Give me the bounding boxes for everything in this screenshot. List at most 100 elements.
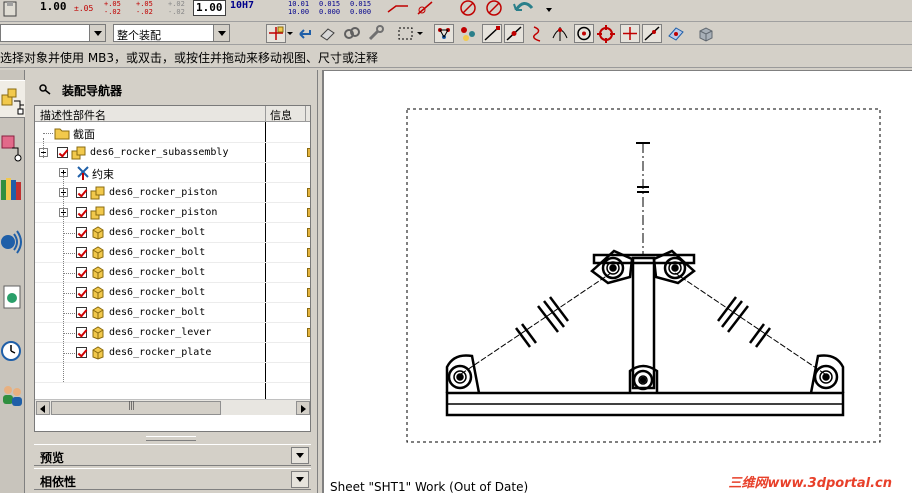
visibility-checkbox[interactable] xyxy=(76,227,87,238)
bottom-left-pivot xyxy=(445,354,481,394)
tree-row-bolt[interactable]: des6_rocker_bolt xyxy=(35,303,310,323)
tree-row-subassembly[interactable]: des6_rocker_subassembly xyxy=(35,143,310,163)
snap-arc-center-icon[interactable] xyxy=(574,24,594,43)
toolbar-more-icon[interactable] xyxy=(544,0,554,20)
horizontal-scrollbar[interactable] xyxy=(35,399,310,415)
visibility-checkbox[interactable] xyxy=(76,267,87,278)
snap-point-icon[interactable] xyxy=(266,24,286,43)
chevron-down-icon[interactable] xyxy=(291,447,309,464)
sketch-line-icon[interactable] xyxy=(386,0,410,20)
lever-column xyxy=(592,253,696,390)
save-icon[interactable] xyxy=(2,0,20,20)
tolerance-symmetric[interactable]: ±.05 xyxy=(74,5,93,13)
watermark-text: 三维网www.3dportal.cn xyxy=(728,476,892,491)
wrench-icon[interactable] xyxy=(366,24,386,43)
visibility-checkbox[interactable] xyxy=(76,307,87,318)
tree-row-piston[interactable]: des6_rocker_piston xyxy=(35,203,310,223)
visibility-checkbox[interactable] xyxy=(76,187,87,198)
snap-quadrant-icon[interactable] xyxy=(596,24,616,43)
no-entry-icon[interactable] xyxy=(458,0,480,20)
resource-tab-assembly-navigator[interactable] xyxy=(0,80,25,118)
selection-scope-dropdown[interactable]: 整个装配 xyxy=(113,24,230,42)
users-icon xyxy=(3,386,22,406)
visibility-checkbox[interactable] xyxy=(57,147,68,158)
column-header-part-name[interactable]: 描述性部件名 xyxy=(40,107,106,123)
visibility-checkbox[interactable] xyxy=(76,327,87,338)
fit-deviation-a-top[interactable]: 0.015 xyxy=(319,1,340,8)
chevron-down-icon[interactable] xyxy=(89,25,105,41)
link-chain-icon[interactable] xyxy=(342,24,362,43)
bottom-right-pivot xyxy=(809,354,845,394)
chevron-down-icon[interactable] xyxy=(291,471,309,488)
snap-point-on-surface-icon[interactable] xyxy=(666,24,686,43)
snap-endpoint-line-icon[interactable] xyxy=(482,24,502,43)
fit-deviation-b-top[interactable]: 0.015 xyxy=(350,1,371,8)
nominal-value-box[interactable]: 1.00 xyxy=(38,0,69,16)
scroll-right-arrow-icon[interactable] xyxy=(296,401,310,415)
fit-limit-top[interactable]: 10.01 xyxy=(288,1,309,8)
tree-row-bolt[interactable]: des6_rocker_bolt xyxy=(35,283,310,303)
snap-control-point-icon[interactable] xyxy=(528,24,548,43)
tolerance-limit-top[interactable]: +.02 xyxy=(168,1,185,8)
tree-row-constraints[interactable]: 约束 xyxy=(35,163,310,183)
scroll-left-arrow-icon[interactable] xyxy=(36,401,50,415)
sketch-arc-icon[interactable] xyxy=(414,0,436,20)
column-header-info[interactable]: 信息 xyxy=(270,107,292,123)
preview-section[interactable]: 预览 xyxy=(34,444,311,466)
assembly-tree[interactable]: 描述性部件名 信息 截面 des6_rocker_subassembly 约束 … xyxy=(34,105,311,432)
snap-intersection-icon[interactable] xyxy=(550,24,570,43)
rotate-icon[interactable] xyxy=(512,0,538,20)
tree-row-bolt[interactable]: des6_rocker_bolt xyxy=(35,243,310,263)
visibility-checkbox[interactable] xyxy=(76,207,87,218)
tolerance-bilateral-top[interactable]: +.05 xyxy=(104,1,121,8)
resource-tab-history[interactable] xyxy=(0,278,25,316)
snap-pattern-icon[interactable] xyxy=(458,24,478,43)
fit-class-label[interactable]: 10H7 xyxy=(230,0,254,11)
selection-box-arrow-icon[interactable] xyxy=(416,24,424,43)
subassembly-icon xyxy=(90,186,105,200)
type-filter-dropdown[interactable] xyxy=(0,24,106,42)
resource-tab-clock[interactable] xyxy=(0,332,25,370)
chevron-down-icon[interactable] xyxy=(213,25,229,41)
undo-arrow-icon[interactable] xyxy=(296,24,316,43)
drawing-sheet[interactable] xyxy=(324,71,912,471)
tree-row-bolt[interactable]: des6_rocker_bolt xyxy=(35,263,310,283)
scrollbar-thumb[interactable] xyxy=(51,401,221,415)
tolerance-unilateral-top[interactable]: +.05 xyxy=(136,1,153,8)
tree-row-lever[interactable]: des6_rocker_lever xyxy=(35,323,310,343)
lock-icon xyxy=(307,208,310,217)
selection-box-icon[interactable] xyxy=(396,24,416,43)
snap-existing-point-icon[interactable] xyxy=(620,24,640,43)
piston-links xyxy=(460,272,826,375)
resource-tab-part-navigator[interactable] xyxy=(0,128,25,166)
eraser-icon[interactable] xyxy=(318,24,338,43)
toolbar-selection: 整个装配 xyxy=(0,22,912,45)
resource-tab-roles[interactable] xyxy=(0,376,25,414)
snap-point-on-curve-icon[interactable] xyxy=(642,24,662,43)
snap-box-icon[interactable] xyxy=(696,24,716,43)
cue-line-text: 选择对象并使用 MB3，或双击，或按住并拖动来移动视图、尺寸或注释 xyxy=(0,51,379,65)
tree-row-plate[interactable]: des6_rocker_plate xyxy=(35,343,310,363)
visibility-checkbox[interactable] xyxy=(76,247,87,258)
tree-row-section[interactable]: 截面 xyxy=(35,123,310,143)
pin-icon[interactable] xyxy=(38,83,52,98)
visibility-checkbox[interactable] xyxy=(76,347,87,358)
graphics-window[interactable]: Sheet "SHT1" Work (Out of Date) 三维网www.3… xyxy=(322,70,912,493)
tolerance-limit-bottom: -.02 xyxy=(168,8,185,16)
snap-midpoint-icon[interactable] xyxy=(504,24,524,43)
dependency-section[interactable]: 相依性 xyxy=(34,468,311,490)
lock-icon xyxy=(307,248,310,257)
precision-value-box[interactable]: 1.00 xyxy=(193,0,226,16)
fit-deviation-b-bottom: 0.000 xyxy=(350,8,372,16)
panel-splitter[interactable] xyxy=(146,436,196,441)
snap-endpoints-icon[interactable] xyxy=(434,24,454,43)
tree-row-label: des6_rocker_plate xyxy=(109,347,212,358)
part-cube-icon xyxy=(92,326,104,340)
snap-dropdown-arrow-icon[interactable] xyxy=(286,24,294,43)
no-entry-arrow-icon[interactable] xyxy=(484,0,506,20)
tree-row-piston[interactable]: des6_rocker_piston xyxy=(35,183,310,203)
resource-tab-reuse-library[interactable] xyxy=(0,170,25,208)
resource-tab-web-browser[interactable] xyxy=(0,222,25,260)
tree-row-bolt[interactable]: des6_rocker_bolt xyxy=(35,223,310,243)
visibility-checkbox[interactable] xyxy=(76,287,87,298)
